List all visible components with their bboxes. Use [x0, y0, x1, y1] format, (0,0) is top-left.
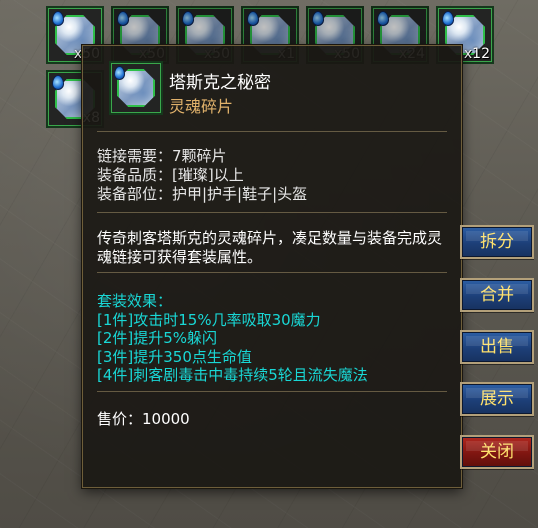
button-highlight [466, 441, 528, 451]
merge-button[interactable]: 合并 [460, 278, 534, 312]
set-effect-line: [2件]提升5%躲闪 [97, 329, 218, 347]
water-drop-icon [247, 11, 259, 26]
sell-button[interactable]: 出售 [460, 330, 534, 364]
water-drop-icon [52, 11, 64, 26]
item-price: 售价：10000 [97, 410, 190, 428]
slot-count: x12 [463, 46, 490, 62]
button-highlight [466, 284, 528, 294]
divider [97, 391, 447, 392]
requirement-line: 链接需要：7颗碎片 [97, 147, 227, 165]
divider [97, 131, 447, 132]
set-effect-line: [1件]攻击时15%几率吸取30魔力 [97, 310, 321, 329]
button-highlight [466, 388, 528, 398]
split-button[interactable]: 拆分 [460, 225, 534, 259]
tooltip-item-slot [109, 61, 163, 115]
divider [97, 272, 447, 273]
requirement-line: 装备品质：[璀璨]以上 [97, 166, 244, 184]
item-description: 传奇刺客塔斯克的灵魂碎片，凑足数量与装备完成灵魂链接可获得套装属性。 [97, 229, 443, 266]
set-effect-line: [3件]提升350点生命值 [97, 347, 252, 366]
requirements-list: 链接需要：7颗碎片 装备品质：[璀璨]以上 装备部位：护甲|护手|鞋子|头盔 [97, 147, 307, 204]
item-tooltip: 塔斯克之秘密 灵魂碎片 链接需要：7颗碎片 装备品质：[璀璨]以上 装备部位：护… [82, 45, 462, 488]
show-button[interactable]: 展示 [460, 382, 534, 416]
button-highlight [466, 336, 528, 346]
close-button[interactable]: 关闭 [460, 435, 534, 469]
water-drop-icon [52, 75, 64, 90]
requirement-line: 装备部位：护甲|护手|鞋子|头盔 [97, 185, 308, 203]
water-drop-icon [182, 11, 194, 26]
water-drop-icon [442, 11, 454, 26]
item-title: 塔斯克之秘密 [169, 73, 271, 93]
divider [97, 212, 447, 213]
item-type: 灵魂碎片 [169, 97, 234, 116]
set-effects: 套装效果： [1件]攻击时15%几率吸取30魔力 [2件]提升5%躲闪 [3件]… [97, 292, 368, 385]
water-drop-icon [377, 11, 389, 26]
set-effect-line: [4件]刺客剧毒击中毒持续5轮且流失魔法 [97, 366, 368, 384]
water-drop-icon [117, 11, 129, 26]
set-effects-heading: 套装效果： [97, 292, 173, 310]
water-drop-icon [312, 11, 324, 26]
water-drop-icon [114, 66, 125, 80]
button-highlight [466, 231, 528, 241]
